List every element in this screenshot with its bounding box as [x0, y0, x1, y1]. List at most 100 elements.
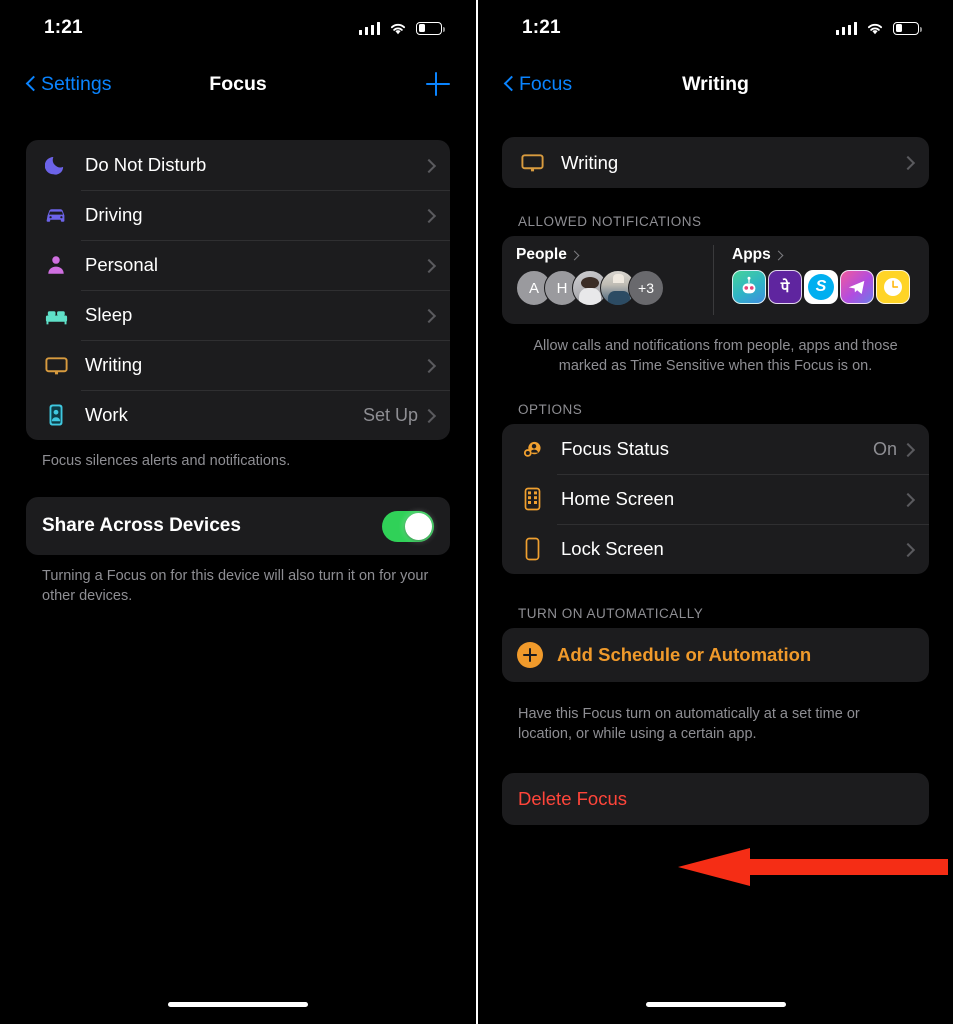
right-phone-screen: 1:21 Focus Writing [478, 0, 953, 1024]
option-label: Lock Screen [561, 538, 906, 560]
cellular-signal-icon [359, 22, 381, 35]
focus-row-sleep[interactable]: Sleep [26, 290, 450, 340]
avatar-overflow-count: +3 [628, 270, 664, 306]
chevron-right-icon [906, 155, 915, 170]
annotation-arrow-icon [658, 846, 948, 888]
chevron-left-icon [504, 75, 514, 93]
chevron-left-icon [26, 75, 36, 93]
automation-footnote: Have this Focus turn on automatically at… [502, 682, 929, 744]
apps-icon-list: पे S [732, 270, 929, 304]
option-value: On [873, 439, 897, 460]
apps-section[interactable]: Apps पे [714, 236, 929, 324]
chevron-right-icon [427, 158, 436, 173]
nav-bar-left: Settings Focus [0, 56, 476, 112]
wifi-icon [866, 22, 884, 35]
allowed-notifications-card: People A H +3 Apps [502, 236, 929, 324]
person-icon [41, 250, 71, 280]
chevron-right-icon [427, 408, 436, 423]
home-indicator [168, 1002, 308, 1007]
status-indicators [359, 22, 443, 35]
share-across-devices-row[interactable]: Share Across Devices [26, 497, 450, 555]
panel-divider [476, 0, 478, 1024]
plus-circle-icon [517, 642, 543, 668]
allowed-notifications-header: ALLOWED NOTIFICATIONS [502, 214, 929, 236]
delete-focus-label: Delete Focus [518, 788, 627, 810]
focus-row-label: Sleep [85, 304, 427, 326]
left-phone-screen: 1:21 Settings Focus [0, 0, 476, 1024]
turn-on-automatically-header: TURN ON AUTOMATICALLY [502, 606, 929, 628]
display-icon [517, 148, 547, 178]
focus-row-label: Writing [85, 354, 427, 376]
focus-row-do-not-disturb[interactable]: Do Not Disturb [26, 140, 450, 190]
options-header: OPTIONS [502, 402, 929, 424]
skype-app-icon: S [804, 270, 838, 304]
people-title-link[interactable]: People [516, 246, 713, 264]
focus-list-footnote: Focus silences alerts and notifications. [26, 440, 450, 471]
option-label: Focus Status [561, 438, 873, 460]
nav-bar-right: Focus Writing [478, 56, 953, 112]
home-screen-icon [517, 484, 547, 514]
people-label: People [516, 246, 567, 264]
delete-focus-group: Delete Focus [502, 773, 929, 825]
focus-row-label: Work [85, 404, 363, 426]
focus-name-label: Writing [561, 152, 906, 174]
add-schedule-label: Add Schedule or Automation [557, 644, 811, 666]
green-robot-app-icon [732, 270, 766, 304]
dual-screenshot-stage: 1:21 Settings Focus [0, 0, 953, 1024]
share-across-devices-group: Share Across Devices [26, 497, 450, 555]
option-row-focus-status[interactable]: Focus Status On [502, 424, 929, 474]
battery-icon [893, 22, 919, 35]
chevron-right-icon [906, 542, 915, 557]
chevron-right-icon [572, 250, 579, 261]
status-time: 1:21 [44, 17, 83, 39]
share-across-devices-toggle[interactable] [382, 511, 434, 542]
chevron-right-icon [427, 208, 436, 223]
bed-icon [41, 300, 71, 330]
allowed-notifications-footnote: Allow calls and notifications from peopl… [502, 324, 929, 376]
right-content: Writing ALLOWED NOTIFICATIONS People A H [478, 137, 953, 825]
focus-status-icon [517, 434, 547, 464]
delete-focus-row[interactable]: Delete Focus [502, 773, 929, 825]
chevron-right-icon [427, 258, 436, 273]
chevron-right-icon [427, 358, 436, 373]
chevron-right-icon [906, 442, 915, 457]
car-icon [41, 200, 71, 230]
display-icon [41, 350, 71, 380]
clock-app-icon [876, 270, 910, 304]
people-section[interactable]: People A H +3 [502, 236, 713, 324]
add-schedule-or-automation-row[interactable]: Add Schedule or Automation [502, 628, 929, 682]
option-label: Home Screen [561, 488, 906, 510]
back-button-settings[interactable]: Settings [26, 73, 111, 96]
chevron-right-icon [776, 250, 783, 261]
status-indicators [836, 22, 920, 35]
status-bar-left: 1:21 [0, 0, 476, 56]
focus-row-writing[interactable]: Writing [26, 340, 450, 390]
add-focus-button[interactable] [424, 70, 452, 98]
back-button-focus[interactable]: Focus [504, 73, 572, 96]
apps-label: Apps [732, 246, 771, 264]
chevron-right-icon [427, 308, 436, 323]
battery-icon [416, 22, 442, 35]
wifi-icon [389, 22, 407, 35]
option-row-lock-screen[interactable]: Lock Screen [502, 524, 929, 574]
focus-row-work[interactable]: Work Set Up [26, 390, 450, 440]
cellular-signal-icon [836, 22, 858, 35]
people-avatars: A H +3 [516, 270, 713, 306]
status-bar-right: 1:21 [478, 0, 953, 56]
focus-name-row[interactable]: Writing [502, 137, 929, 188]
share-across-devices-label: Share Across Devices [42, 515, 241, 537]
chevron-right-icon [906, 492, 915, 507]
option-row-home-screen[interactable]: Home Screen [502, 474, 929, 524]
home-indicator [646, 1002, 786, 1007]
left-content: Do Not Disturb Driving [0, 140, 476, 606]
back-button-label: Focus [519, 73, 572, 96]
back-button-label: Settings [41, 73, 111, 96]
toggle-knob [405, 513, 432, 540]
focus-row-personal[interactable]: Personal [26, 240, 450, 290]
moon-icon [41, 150, 71, 180]
options-group: Focus Status On Home Screen [502, 424, 929, 574]
focus-list-group: Do Not Disturb Driving [26, 140, 450, 440]
share-across-devices-footnote: Turning a Focus on for this device will … [26, 555, 450, 606]
apps-title-link[interactable]: Apps [732, 246, 929, 264]
focus-row-driving[interactable]: Driving [26, 190, 450, 240]
